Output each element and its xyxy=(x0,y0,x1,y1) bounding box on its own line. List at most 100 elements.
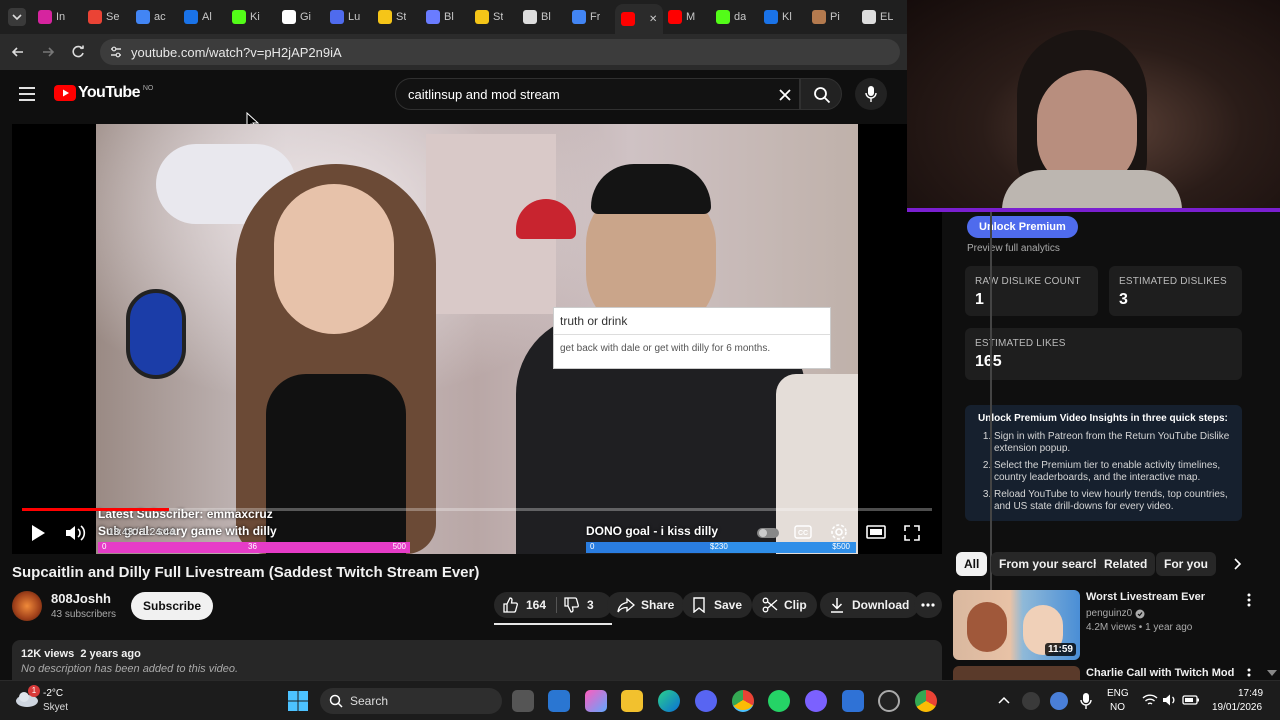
battery-icon[interactable] xyxy=(1182,693,1200,707)
taskbar-search[interactable]: Search xyxy=(320,688,502,714)
recommendation-thumbnail[interactable]: 11:59 xyxy=(953,590,1080,660)
browser-tab[interactable]: ✕ xyxy=(615,4,664,34)
more-actions-button[interactable] xyxy=(914,592,942,618)
copilot-icon[interactable] xyxy=(585,690,607,712)
browser-tab[interactable]: Gi xyxy=(282,6,311,28)
chip-all[interactable]: All xyxy=(956,552,988,576)
tab-search-button[interactable] xyxy=(8,8,26,26)
estimated-dislikes-card: ESTIMATED DISLIKES 3 xyxy=(1109,266,1242,316)
address-bar[interactable]: youtube.com/watch?v=pH2jAP2n9iA xyxy=(100,39,900,65)
microphone-icon[interactable] xyxy=(1080,692,1092,710)
forward-icon[interactable] xyxy=(40,44,56,60)
download-button[interactable]: Download xyxy=(820,592,920,618)
browser-tab[interactable]: Pi xyxy=(812,6,840,28)
settings-gear-icon[interactable] xyxy=(842,690,864,712)
recommendation-title-2[interactable]: Charlie Call with Twitch Mod xyxy=(1086,667,1234,679)
settings-gear-icon[interactable] xyxy=(830,523,848,541)
browser-tab[interactable]: Ki xyxy=(232,6,260,28)
reload-icon[interactable] xyxy=(70,44,86,60)
browser-tab[interactable]: Se xyxy=(88,6,119,28)
windows-start-icon[interactable] xyxy=(287,690,309,712)
scroll-down-arrow-icon[interactable] xyxy=(1266,668,1278,678)
tab-label: da xyxy=(734,11,747,23)
autoplay-toggle[interactable] xyxy=(757,528,779,538)
url-text[interactable]: youtube.com/watch?v=pH2jAP2n9iA xyxy=(131,45,342,60)
browser-tab[interactable]: EL xyxy=(862,6,893,28)
raw-dislike-value: 1 xyxy=(975,291,984,308)
browser-tab[interactable]: Al xyxy=(184,6,212,28)
discord-icon[interactable] xyxy=(695,690,717,712)
chrome-icon[interactable] xyxy=(732,690,754,712)
browser-tab[interactable]: Kl xyxy=(764,6,792,28)
progress-bar[interactable] xyxy=(22,508,932,511)
unlock-premium-button[interactable]: Unlock Premium xyxy=(967,216,1078,238)
chrome-profile-icon[interactable] xyxy=(915,690,937,712)
whatsapp-icon[interactable] xyxy=(768,690,790,712)
chevron-right-icon[interactable] xyxy=(1230,557,1244,571)
close-tab-icon[interactable]: ✕ xyxy=(649,14,657,25)
clock-time[interactable]: 17:49 xyxy=(1238,688,1263,699)
browser-tab[interactable]: Lu xyxy=(330,6,360,28)
show-hidden-icons-icon[interactable] xyxy=(998,695,1010,705)
browser-tab[interactable]: St xyxy=(378,6,406,28)
subscribe-button[interactable]: Subscribe xyxy=(131,592,214,620)
browser-tab[interactable]: St xyxy=(475,6,503,28)
chip-related[interactable]: Related xyxy=(1096,552,1156,576)
truth-or-drink-card: truth or drink get back with dale or get… xyxy=(553,307,831,369)
weather-widget[interactable]: 1 xyxy=(14,685,40,713)
voice-search-button[interactable] xyxy=(855,78,887,110)
clear-search-icon[interactable] xyxy=(778,88,792,102)
tab-favicon-icon xyxy=(572,10,586,24)
browser-tab[interactable]: In xyxy=(38,6,65,28)
video-player[interactable]: truth or drink get back with dale or get… xyxy=(12,124,942,554)
browser-tab[interactable]: Bl xyxy=(426,6,454,28)
fullscreen-icon[interactable] xyxy=(904,525,920,541)
onedrive-icon[interactable] xyxy=(1050,692,1068,710)
browser-tab[interactable]: da xyxy=(716,6,746,28)
browser-tab[interactable]: M xyxy=(668,6,695,28)
messenger-icon[interactable] xyxy=(805,690,827,712)
search-query[interactable]: caitlinsup and mod stream xyxy=(408,87,560,102)
description-box[interactable]: 12K views 2 years ago No description has… xyxy=(12,640,942,680)
share-button[interactable]: Share xyxy=(607,592,685,618)
speaker-icon[interactable] xyxy=(1162,693,1178,707)
menu-icon[interactable] xyxy=(18,86,36,102)
clock-date[interactable]: 19/01/2026 xyxy=(1212,702,1262,713)
recommendation-thumbnail-2[interactable] xyxy=(953,666,1080,680)
save-button[interactable]: Save xyxy=(682,592,753,618)
obs-icon[interactable] xyxy=(878,690,900,712)
play-icon[interactable] xyxy=(30,524,46,542)
theater-mode-icon[interactable] xyxy=(866,525,886,539)
more-vertical-icon[interactable] xyxy=(1244,592,1254,608)
more-vertical-icon[interactable] xyxy=(1244,668,1254,680)
webcam-overlay xyxy=(907,0,1280,212)
wifi-icon[interactable] xyxy=(1142,693,1158,707)
edge-icon[interactable] xyxy=(658,690,680,712)
task-view-icon[interactable] xyxy=(512,690,534,712)
youtube-logo[interactable]: YouTube NO xyxy=(54,84,153,102)
like-button[interactable]: 164 xyxy=(494,592,556,618)
language-top[interactable]: ENG xyxy=(1107,688,1129,699)
back-icon[interactable] xyxy=(10,44,26,60)
clip-button[interactable]: Clip xyxy=(752,592,817,618)
search-input[interactable]: caitlinsup and mod stream xyxy=(395,78,800,110)
channel-name[interactable]: 808Joshh xyxy=(51,591,111,606)
chip-for-you[interactable]: For you xyxy=(1156,552,1216,576)
search-button[interactable] xyxy=(800,78,842,110)
recommendation-channel[interactable]: penguinz0 xyxy=(1086,608,1132,619)
chip-from-your-search[interactable]: From your search xyxy=(991,552,1109,576)
language-bottom[interactable]: NO xyxy=(1110,702,1125,713)
store-icon[interactable] xyxy=(548,690,570,712)
recommendation-title[interactable]: Worst Livestream Ever xyxy=(1086,591,1205,603)
browser-tab[interactable]: Bl xyxy=(523,6,551,28)
browser-tab[interactable]: ac xyxy=(136,6,166,28)
premium-insights-box: Unlock Premium Video Insights in three q… xyxy=(965,405,1242,521)
volume-icon[interactable] xyxy=(64,524,86,542)
browser-tab[interactable]: Fr xyxy=(572,6,600,28)
file-explorer-icon[interactable] xyxy=(621,690,643,712)
captions-icon[interactable]: CC xyxy=(794,525,812,539)
site-info-icon[interactable] xyxy=(109,45,123,59)
dislike-button[interactable]: 3 xyxy=(557,592,612,618)
update-icon[interactable] xyxy=(1022,692,1040,710)
channel-avatar[interactable] xyxy=(12,591,42,621)
